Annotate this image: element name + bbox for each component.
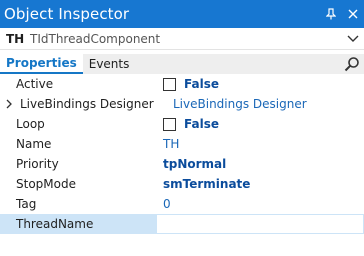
tab-properties[interactable]: Properties xyxy=(0,54,83,74)
chevron-down-icon[interactable] xyxy=(342,35,364,43)
active-checkbox[interactable] xyxy=(163,77,176,91)
property-row-threadname[interactable]: ThreadName xyxy=(0,214,364,234)
property-value[interactable]: 0 xyxy=(156,194,364,214)
property-value-text: False xyxy=(184,77,219,91)
property-name: Active xyxy=(16,77,54,91)
loop-checkbox[interactable] xyxy=(163,117,176,131)
property-row-livebindings[interactable]: LiveBindings Designer LiveBindings Desig… xyxy=(0,94,364,114)
property-value[interactable]: False xyxy=(156,74,364,94)
property-value[interactable]: LiveBindings Designer xyxy=(166,94,364,114)
threadname-input[interactable] xyxy=(156,214,364,234)
property-value-text: False xyxy=(184,117,219,131)
property-value[interactable]: smTerminate xyxy=(156,174,364,194)
property-row-priority[interactable]: Priority tpNormal xyxy=(0,154,364,174)
window-title: Object Inspector xyxy=(4,5,130,23)
property-row-tag[interactable]: Tag 0 xyxy=(0,194,364,214)
property-name: Priority xyxy=(16,157,59,171)
component-name: TH xyxy=(6,31,25,46)
property-row-stopmode[interactable]: StopMode smTerminate xyxy=(0,174,364,194)
property-name: Loop xyxy=(16,117,45,131)
title-bar: Object Inspector xyxy=(0,0,364,28)
component-type: TIdThreadComponent xyxy=(30,31,161,46)
property-value[interactable]: False xyxy=(156,114,364,134)
chevron-right-icon[interactable] xyxy=(6,99,16,109)
search-icon[interactable] xyxy=(340,54,364,74)
property-row-active[interactable]: Active False xyxy=(0,74,364,94)
property-row-name[interactable]: Name TH xyxy=(0,134,364,154)
property-row-loop[interactable]: Loop False xyxy=(0,114,364,134)
tab-bar: Properties Events xyxy=(0,54,364,74)
property-value[interactable]: tpNormal xyxy=(156,154,364,174)
property-name: ThreadName xyxy=(16,217,94,231)
property-name: Name xyxy=(16,137,52,151)
property-name: StopMode xyxy=(16,177,76,191)
component-selector[interactable]: TH TIdThreadComponent xyxy=(0,28,364,50)
close-icon[interactable] xyxy=(342,0,364,28)
property-name: Tag xyxy=(16,197,37,211)
property-name: LiveBindings Designer xyxy=(20,97,154,111)
pin-icon[interactable] xyxy=(320,0,342,28)
tab-events[interactable]: Events xyxy=(83,54,136,74)
property-value[interactable]: TH xyxy=(156,134,364,154)
property-grid: Active False LiveBindings Designer LiveB… xyxy=(0,74,364,234)
